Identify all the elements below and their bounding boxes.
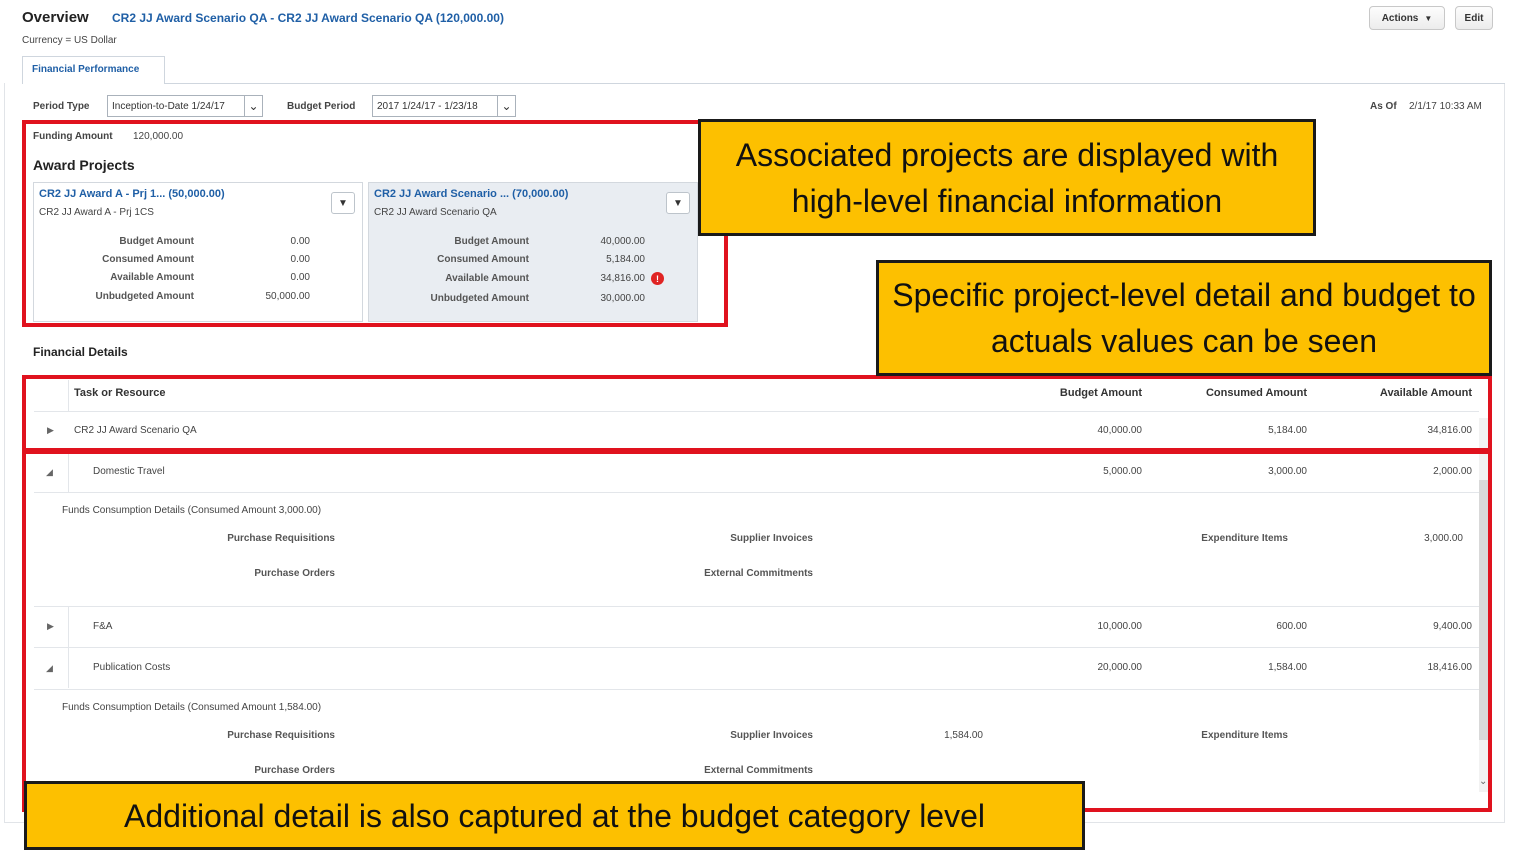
tab-divider: [22, 83, 1505, 84]
callout-project-detail: Specific project-level detail and budget…: [876, 260, 1492, 376]
edit-button[interactable]: Edit: [1455, 6, 1493, 30]
as-of-label: As Of: [1370, 101, 1397, 112]
period-type-value: Inception-to-Date 1/24/17: [112, 100, 225, 112]
actions-button-label: Actions: [1381, 12, 1419, 24]
period-type-label: Period Type: [33, 101, 90, 112]
award-title-link[interactable]: CR2 JJ Award Scenario QA - CR2 JJ Award …: [112, 11, 504, 25]
chevron-down-icon: ⌄: [244, 96, 262, 116]
currency-label: Currency = US Dollar: [22, 35, 117, 46]
tab-financial-performance[interactable]: Financial Performance: [22, 56, 165, 84]
highlight-box-award-projects: [22, 120, 728, 327]
highlight-box-budget-categories: [22, 450, 1492, 812]
chevron-down-icon: ⌄: [497, 96, 515, 116]
callout-associated-projects: Associated projects are displayed with h…: [698, 119, 1316, 236]
actions-button[interactable]: Actions ▼: [1369, 6, 1445, 30]
period-type-select[interactable]: Inception-to-Date 1/24/17 ⌄: [107, 95, 263, 117]
page-title: Overview: [22, 9, 89, 26]
budget-period-label: Budget Period: [287, 101, 356, 112]
budget-period-value: 2017 1/24/17 - 1/23/18: [377, 100, 478, 112]
callout-budget-category: Additional detail is also captured at th…: [24, 781, 1085, 850]
as-of-value: 2/1/17 10:33 AM: [1409, 101, 1482, 112]
caret-down-icon: ▼: [1424, 13, 1433, 23]
budget-period-select[interactable]: 2017 1/24/17 - 1/23/18 ⌄: [372, 95, 516, 117]
highlight-box-project-row: [22, 375, 1492, 452]
financial-details-heading: Financial Details: [33, 345, 128, 359]
